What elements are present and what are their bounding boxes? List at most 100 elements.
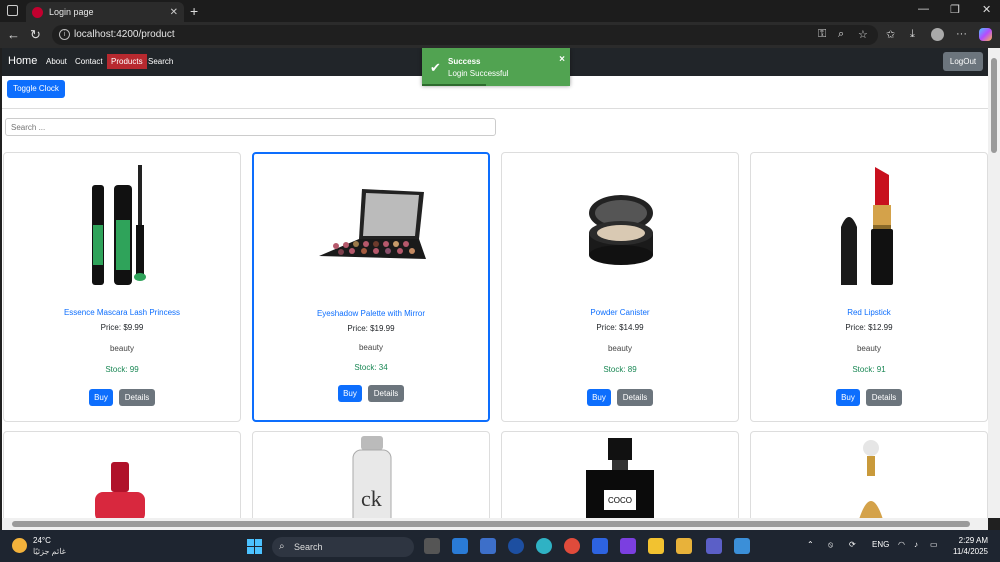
favorite-star-icon[interactable]: ☆ — [858, 28, 868, 41]
scrollbar-thumb[interactable] — [991, 58, 997, 153]
divider — [2, 108, 988, 109]
product-stock: Stock: 89 — [603, 365, 637, 374]
details-button[interactable]: Details — [866, 389, 902, 406]
card-actions: Buy Details — [751, 389, 987, 406]
horizontal-scrollbar[interactable] — [2, 518, 988, 530]
product-category: beauty — [358, 343, 384, 352]
logout-button[interactable]: LogOut — [943, 52, 983, 71]
product-card[interactable]: Eyeshadow Palette with Mirror Price: $19… — [252, 152, 490, 422]
card-actions: Buy Details — [254, 385, 488, 402]
nav-contact[interactable]: Contact — [75, 57, 103, 66]
details-button[interactable]: Details — [368, 385, 404, 402]
battery-icon[interactable]: ▭ — [930, 540, 938, 549]
taskbar-search-label: Search — [294, 542, 323, 552]
nav-search[interactable]: Search — [148, 57, 173, 66]
nav-products[interactable]: Products — [107, 54, 147, 69]
back-icon[interactable]: ← — [7, 27, 20, 42]
minimize-icon[interactable]: — — [918, 3, 929, 15]
copilot-icon[interactable] — [979, 28, 992, 41]
vertical-scrollbar[interactable] — [988, 48, 1000, 518]
location-off-icon[interactable]: ⦸ — [828, 540, 833, 550]
wifi-icon[interactable]: ◠ — [898, 540, 905, 549]
downloads-icon[interactable]: ⤓ — [910, 28, 915, 41]
product-card[interactable]: Red Lipstick Price: $12.99 beauty Stock:… — [750, 152, 988, 422]
refresh-icon[interactable]: ↻ — [30, 27, 41, 43]
search-icon: ⌕ — [279, 541, 285, 552]
window-menu-icon[interactable] — [7, 5, 18, 16]
web-page: Home About Contact Products Search LogOu… — [2, 48, 988, 518]
details-button[interactable]: Details — [617, 389, 653, 406]
mascara-image — [92, 165, 146, 285]
nav-home[interactable]: Home — [8, 55, 37, 67]
window-close-icon[interactable]: ✕ — [982, 3, 991, 16]
system-clock[interactable]: 2:29 AM 11/4/2025 — [950, 535, 988, 557]
azure-icon[interactable] — [480, 538, 496, 554]
product-card[interactable] — [3, 431, 241, 518]
sticky-notes-icon[interactable] — [648, 538, 664, 554]
browser-tab[interactable]: Login page ✕ — [26, 2, 184, 22]
chanel-perfume-image: COCO — [586, 438, 654, 518]
url-text: localhost:4200/product — [74, 29, 175, 40]
tab-close-icon[interactable]: ✕ — [170, 7, 178, 18]
language-indicator[interactable]: ENG — [872, 540, 889, 549]
product-category: beauty — [607, 344, 633, 353]
scrollbar-thumb[interactable] — [12, 521, 970, 527]
eyeshadow-palette-image — [319, 189, 426, 259]
buy-button[interactable]: Buy — [338, 385, 362, 402]
toggle-clock-button[interactable]: Toggle Clock — [7, 80, 65, 98]
app-icon[interactable] — [508, 538, 524, 554]
toast-close-icon[interactable]: × — [559, 54, 565, 65]
product-name[interactable]: Powder Canister — [502, 308, 738, 317]
product-name[interactable]: Red Lipstick — [751, 308, 987, 317]
teams-icon[interactable] — [706, 538, 722, 554]
clock-time: 2:29 AM — [958, 536, 988, 545]
volume-icon[interactable]: ♪ — [914, 540, 918, 549]
zoom-icon[interactable]: ⌕ — [838, 28, 844, 41]
new-tab-icon[interactable]: + — [190, 3, 198, 19]
taskbar-search[interactable]: ⌕ Search — [272, 537, 414, 557]
start-icon[interactable] — [247, 539, 262, 554]
product-card[interactable] — [750, 431, 988, 518]
zoom-icon[interactable] — [592, 538, 608, 554]
buy-button[interactable]: Buy — [836, 389, 860, 406]
product-card[interactable]: ck — [252, 431, 490, 518]
weather-description: غائم جزئيًا — [33, 547, 66, 556]
chevron-up-icon[interactable]: ⌃ — [807, 540, 814, 549]
tab-title: Login page — [49, 7, 94, 17]
buy-button[interactable]: Buy — [587, 389, 611, 406]
ide-icon[interactable] — [620, 538, 636, 554]
browser-tabbar: Login page ✕ + — ❐ ✕ — [0, 0, 1000, 22]
edge-icon[interactable] — [536, 538, 552, 554]
buy-button[interactable]: Buy — [89, 389, 113, 406]
product-card[interactable]: Powder Canister Price: $14.99 beauty Sto… — [501, 152, 739, 422]
product-name[interactable]: Essence Mascara Lash Princess — [4, 308, 240, 317]
key-icon[interactable]: ⚿ — [818, 28, 826, 41]
photos-icon[interactable] — [734, 538, 750, 554]
weather-temperature[interactable]: 24°C — [33, 536, 51, 545]
details-button[interactable]: Details — [119, 389, 155, 406]
product-name[interactable]: Eyeshadow Palette with Mirror — [254, 309, 488, 318]
favorites-icon[interactable]: ✩ — [886, 28, 895, 41]
weather-icon[interactable] — [12, 538, 27, 553]
profile-avatar[interactable] — [931, 28, 944, 41]
nav-about[interactable]: About — [46, 57, 67, 66]
sync-icon[interactable]: ⟳ — [849, 540, 856, 549]
clock-date: 11/4/2025 — [953, 547, 988, 556]
chrome-icon[interactable] — [564, 538, 580, 554]
more-menu-icon[interactable]: ··· — [956, 28, 967, 40]
restore-icon[interactable]: ❐ — [950, 3, 960, 16]
address-bar: ← ↻ i localhost:4200/product ⚿ ⌕ ☆ ✩ ⤓ ·… — [0, 22, 1000, 48]
powder-canister-image — [589, 195, 653, 265]
search-input[interactable] — [5, 118, 496, 136]
url-field[interactable]: i localhost:4200/product — [52, 25, 878, 45]
success-toast[interactable]: ✔ Success Login Successful × — [422, 48, 570, 86]
red-lipstick-image — [841, 167, 893, 285]
product-stock: Stock: 99 — [105, 365, 139, 374]
product-card[interactable]: Essence Mascara Lash Princess Price: $9.… — [3, 152, 241, 422]
vscode-icon[interactable] — [452, 538, 468, 554]
gold-perfume-image — [859, 440, 883, 518]
file-explorer-icon[interactable] — [676, 538, 692, 554]
site-info-icon[interactable]: i — [59, 29, 70, 40]
task-view-icon[interactable] — [424, 538, 440, 554]
product-card[interactable]: COCO — [501, 431, 739, 518]
